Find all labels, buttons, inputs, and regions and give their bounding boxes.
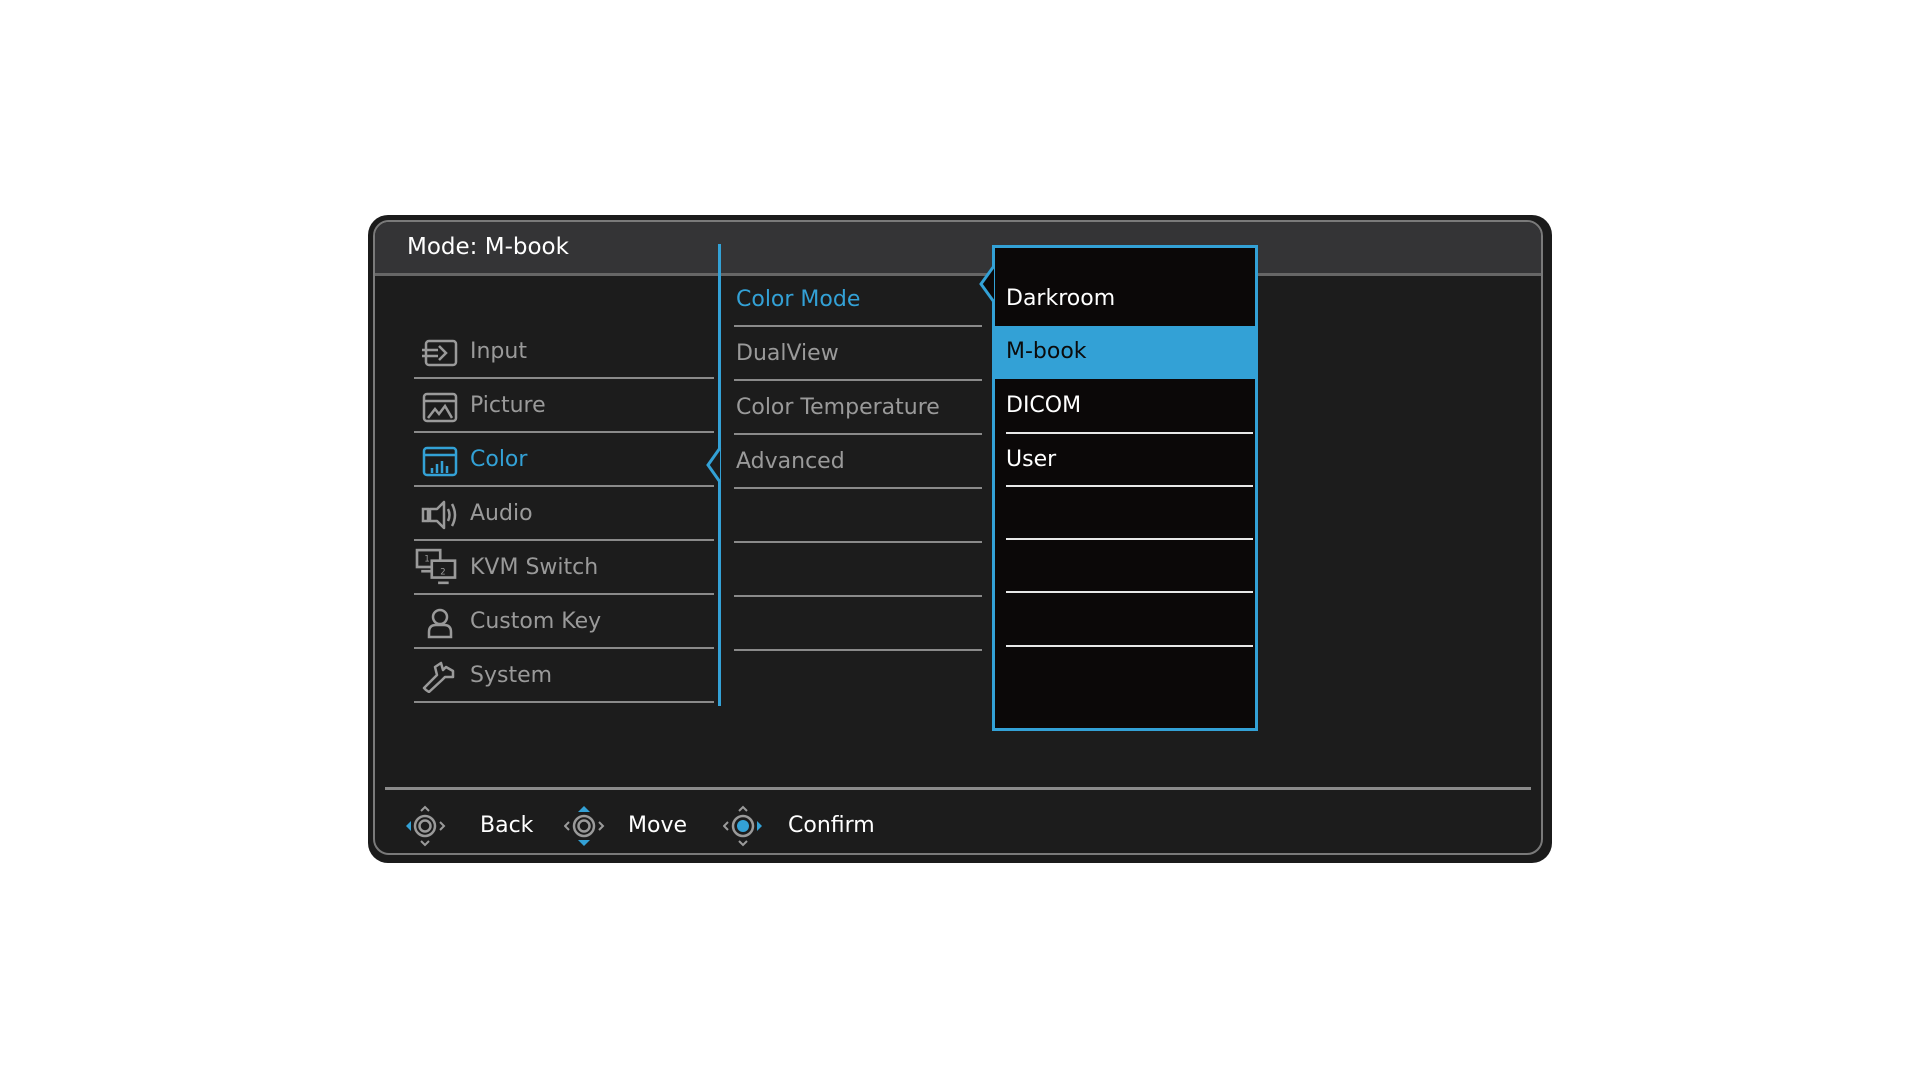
kvm-switch-icon: 1 2 bbox=[415, 548, 457, 585]
option-user[interactable]: User bbox=[995, 434, 1255, 487]
footer-divider bbox=[385, 787, 1531, 790]
submenu-item-color-temperature[interactable]: Color Temperature bbox=[734, 382, 982, 435]
options-caret-icon bbox=[979, 266, 995, 302]
option-divider bbox=[1006, 645, 1253, 647]
confirm-label: Confirm bbox=[788, 813, 875, 838]
move-label: Move bbox=[628, 813, 687, 838]
option-darkroom[interactable]: Darkroom bbox=[995, 273, 1255, 326]
option-label: Darkroom bbox=[1006, 286, 1116, 311]
submenu-item-advanced[interactable]: Advanced bbox=[734, 436, 982, 489]
submenu-empty-row bbox=[734, 598, 982, 651]
menu-item-custom-key[interactable]: Custom Key bbox=[414, 596, 714, 649]
menu-item-label: Input bbox=[470, 339, 527, 364]
svg-text:1: 1 bbox=[424, 554, 429, 564]
menu-item-system[interactable]: System bbox=[414, 650, 714, 703]
active-menu-caret-icon bbox=[706, 448, 722, 482]
submenu-item-color-mode[interactable]: Color Mode bbox=[734, 274, 982, 327]
option-dicom[interactable]: DICOM bbox=[995, 380, 1255, 433]
color-icon bbox=[422, 446, 458, 477]
mode-title: Mode: M-book bbox=[407, 234, 569, 260]
menu-item-label: System bbox=[470, 663, 553, 688]
audio-icon bbox=[421, 500, 457, 530]
back-label: Back bbox=[480, 813, 534, 838]
osd-menu-frame: Mode: M-book Input Picture Color Audio 1… bbox=[368, 215, 1552, 863]
option-divider bbox=[1006, 485, 1253, 487]
option-label: DICOM bbox=[1006, 393, 1082, 418]
menu-item-input[interactable]: Input bbox=[414, 326, 714, 379]
submenu-item-label: DualView bbox=[736, 341, 839, 366]
joystick-confirm-icon bbox=[723, 805, 762, 847]
option-divider bbox=[1006, 591, 1253, 593]
menu-item-picture[interactable]: Picture bbox=[414, 380, 714, 433]
menu-item-label: Audio bbox=[470, 501, 533, 526]
svg-text:2: 2 bbox=[440, 566, 445, 576]
custom-key-icon bbox=[427, 608, 453, 639]
menu-item-label: KVM Switch bbox=[470, 555, 599, 580]
osd-menu-panel: Mode: M-book Input Picture Color Audio 1… bbox=[373, 220, 1543, 855]
osd-header: Mode: M-book bbox=[375, 222, 1541, 276]
menu-item-audio[interactable]: Audio bbox=[414, 488, 714, 541]
option-divider bbox=[1006, 538, 1253, 540]
picture-icon bbox=[422, 392, 458, 423]
menu-item-label: Color bbox=[470, 447, 528, 472]
joystick-back-icon bbox=[406, 805, 446, 847]
option-m-book[interactable]: M-book bbox=[995, 326, 1255, 379]
submenu-item-label: Color Temperature bbox=[736, 395, 940, 420]
submenu-empty-row bbox=[734, 544, 982, 597]
option-label: M-book bbox=[1006, 339, 1087, 364]
menu-item-label: Picture bbox=[470, 393, 546, 418]
system-icon bbox=[422, 661, 455, 693]
submenu-item-label: Advanced bbox=[736, 449, 845, 474]
submenu-item-label: Color Mode bbox=[736, 287, 861, 312]
joystick-move-icon bbox=[564, 806, 605, 846]
submenu-item-dualview[interactable]: DualView bbox=[734, 328, 982, 381]
menu-item-kvm-switch[interactable]: 1 2 KVM Switch bbox=[414, 542, 714, 595]
input-icon bbox=[422, 339, 458, 367]
submenu-empty-row bbox=[734, 490, 982, 543]
menu-item-color[interactable]: Color bbox=[414, 434, 714, 487]
color-mode-options: Darkroom M-book DICOM User bbox=[992, 245, 1258, 731]
option-label: User bbox=[1006, 447, 1057, 472]
menu-item-label: Custom Key bbox=[470, 609, 602, 634]
